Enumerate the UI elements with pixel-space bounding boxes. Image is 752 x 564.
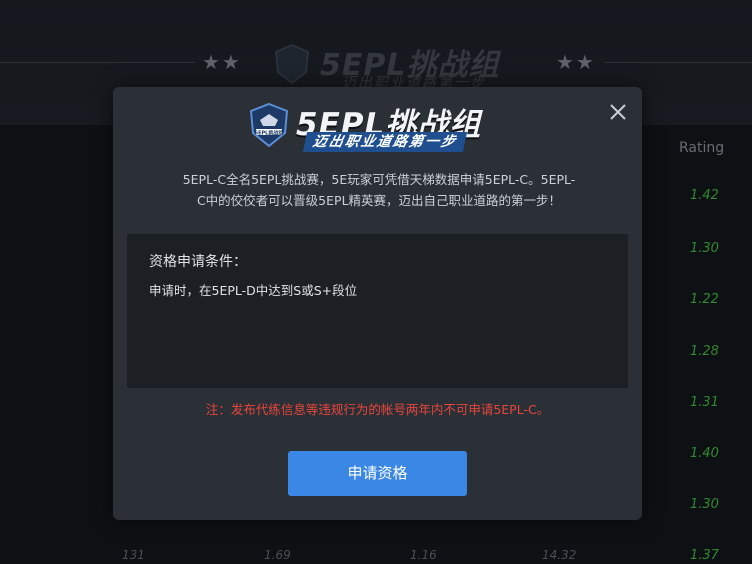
program-description: 5EPL-C全名5EPL挑战赛，5E玩家可凭借天梯数据申请5EPL-C。5EPL… [143,169,615,211]
shield-logo-icon: 5EPL挑战组 [249,102,289,148]
epl-application-dialog: 5EPL挑战组 5EPL挑战组 迈出职业道路第一步 5EPL-C全名5EPL挑战… [113,87,642,520]
description-line: C中的佼佼者可以晋级5EPL精英赛，迈出自己职业道路的第一步！ [196,193,562,208]
apply-qualification-button[interactable]: 申请资格 [288,451,467,496]
description-line: 5EPL-C全名5EPL挑战赛，5E玩家可凭借天梯数据申请5EPL-C。5EPL… [182,172,576,187]
logo-text: 5EPL挑战组 [255,130,284,137]
eligibility-conditions-panel: 资格申请条件： 申请时，在5EPL-D中达到S或S+段位 [127,234,628,388]
conditions-title: 资格申请条件： [149,254,247,270]
modal-tagline: 迈出职业道路第一步 [302,132,468,152]
violation-warning-note: 注：发布代练信息等违规行为的帐号两年内不可申请5EPL-C。 [205,402,550,417]
conditions-text: 申请时，在5EPL-D中达到S或S+段位 [149,283,358,298]
close-icon[interactable] [607,101,629,123]
